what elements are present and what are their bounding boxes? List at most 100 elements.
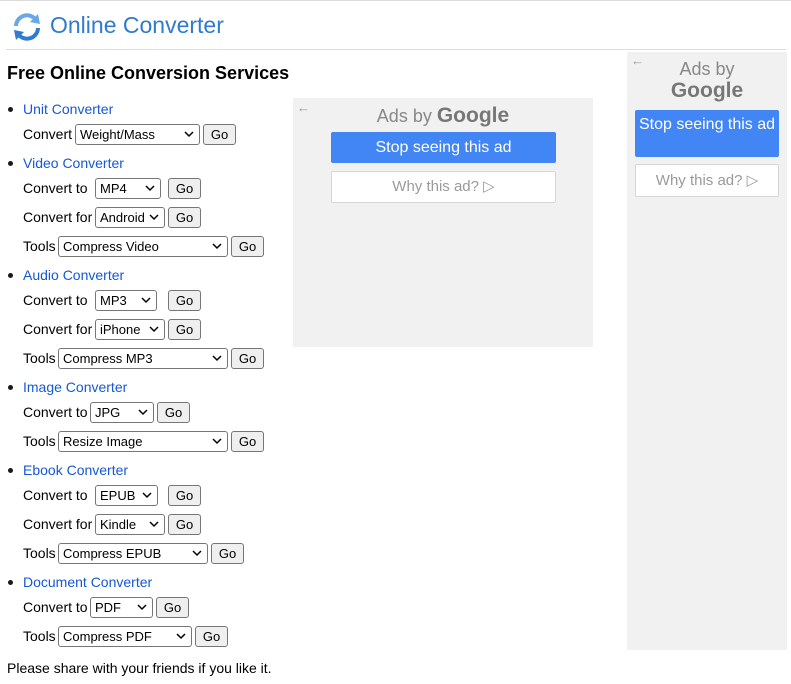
row-label: Convert for bbox=[23, 321, 93, 337]
ads-by-text: Ads by bbox=[679, 59, 735, 79]
ads-by-google-label: Ads by Google bbox=[627, 58, 787, 102]
row-label: Convert to bbox=[23, 599, 88, 615]
go-button[interactable]: Go bbox=[231, 348, 264, 369]
chevron-down-icon bbox=[176, 633, 186, 640]
ad-panel-center: ← Ads by Google Stop seeing this ad Why … bbox=[293, 98, 593, 347]
list-bullet bbox=[8, 273, 13, 278]
chevron-down-icon bbox=[142, 492, 152, 499]
chevron-down-icon bbox=[192, 550, 202, 557]
stop-seeing-ad-button[interactable]: Stop seeing this ad bbox=[635, 110, 779, 157]
site-header: Online Converter bbox=[6, 8, 786, 50]
video-tools-select[interactable]: Compress Video bbox=[58, 236, 228, 257]
select-value: PDF bbox=[95, 600, 121, 615]
ebook-format-select[interactable]: EPUB bbox=[95, 485, 158, 506]
ebook-device-select[interactable]: Kindle bbox=[95, 514, 165, 535]
list-bullet bbox=[8, 580, 13, 585]
google-logo-text: Google bbox=[670, 79, 744, 102]
unit-converter-link[interactable]: Unit Converter bbox=[23, 101, 113, 117]
chevron-down-icon bbox=[212, 355, 222, 362]
list-bullet bbox=[8, 468, 13, 473]
ads-by-google-label: Ads by Google bbox=[293, 104, 593, 128]
row-label: Tools bbox=[23, 433, 56, 449]
ebook-converter-link[interactable]: Ebook Converter bbox=[23, 462, 128, 478]
row-label: Convert bbox=[23, 126, 73, 142]
list-bullet bbox=[8, 107, 13, 112]
select-value: Weight/Mass bbox=[80, 127, 155, 142]
chevron-down-icon bbox=[212, 438, 222, 445]
go-button[interactable]: Go bbox=[168, 207, 201, 228]
row-label: Convert to bbox=[23, 292, 88, 308]
row-label: Tools bbox=[23, 238, 56, 254]
audio-format-select[interactable]: MP3 bbox=[95, 290, 157, 311]
audio-converter-link[interactable]: Audio Converter bbox=[23, 267, 124, 283]
select-value: EPUB bbox=[100, 488, 136, 503]
why-this-ad-button[interactable]: Why this ad? ▷ bbox=[331, 171, 556, 203]
chevron-down-icon bbox=[212, 243, 222, 250]
video-converter-link[interactable]: Video Converter bbox=[23, 155, 124, 171]
row-label: Convert to bbox=[23, 180, 88, 196]
go-button[interactable]: Go bbox=[168, 178, 201, 199]
image-converter-link[interactable]: Image Converter bbox=[23, 379, 127, 395]
select-value: JPG bbox=[95, 405, 121, 420]
row-label: Tools bbox=[23, 628, 56, 644]
select-value: Kindle bbox=[100, 517, 137, 532]
row-label: Convert for bbox=[23, 516, 93, 532]
page-title: Free Online Conversion Services bbox=[7, 63, 290, 83]
go-button[interactable]: Go bbox=[168, 514, 201, 535]
select-value: Compress MP3 bbox=[63, 351, 153, 366]
document-converter-link[interactable]: Document Converter bbox=[23, 574, 152, 590]
document-tools-select[interactable]: Compress PDF bbox=[58, 626, 192, 647]
go-button[interactable]: Go bbox=[168, 485, 201, 506]
select-value: Compress PDF bbox=[63, 629, 152, 644]
list-bullet bbox=[8, 385, 13, 390]
select-value: Resize Image bbox=[63, 434, 143, 449]
audio-device-select[interactable]: iPhone bbox=[95, 319, 165, 340]
chevron-down-icon bbox=[138, 409, 148, 416]
site-name[interactable]: Online Converter bbox=[50, 12, 224, 39]
go-button[interactable]: Go bbox=[231, 236, 264, 257]
go-button[interactable]: Go bbox=[157, 402, 190, 423]
footer-share-text: Please share with your friends if you li… bbox=[7, 660, 272, 676]
select-value: Android bbox=[100, 210, 145, 225]
stop-seeing-ad-button[interactable]: Stop seeing this ad bbox=[331, 132, 556, 163]
image-format-select[interactable]: JPG bbox=[90, 402, 154, 423]
chevron-down-icon bbox=[145, 185, 155, 192]
go-button[interactable]: Go bbox=[168, 290, 201, 311]
refresh-arrows-icon[interactable] bbox=[11, 11, 43, 43]
chevron-down-icon bbox=[149, 214, 159, 221]
row-label: Tools bbox=[23, 350, 56, 366]
document-format-select[interactable]: PDF bbox=[90, 597, 153, 618]
select-value: MP4 bbox=[100, 181, 127, 196]
select-value: MP3 bbox=[100, 293, 127, 308]
go-button[interactable]: Go bbox=[203, 124, 236, 145]
row-label: Convert to bbox=[23, 404, 88, 420]
ebook-tools-select[interactable]: Compress EPUB bbox=[58, 543, 208, 564]
why-this-ad-button[interactable]: Why this ad? ▷ bbox=[635, 164, 779, 197]
row-label: Tools bbox=[23, 545, 56, 561]
row-label: Convert for bbox=[23, 209, 93, 225]
select-value: Compress EPUB bbox=[63, 546, 162, 561]
chevron-down-icon bbox=[149, 521, 159, 528]
video-format-select[interactable]: MP4 bbox=[95, 178, 161, 199]
select-value: iPhone bbox=[100, 322, 141, 337]
go-button[interactable]: Go bbox=[168, 319, 201, 340]
ads-by-text: Ads by bbox=[376, 106, 432, 126]
video-device-select[interactable]: Android bbox=[95, 207, 165, 228]
row-label: Convert to bbox=[23, 487, 88, 503]
go-button[interactable]: Go bbox=[195, 626, 228, 647]
go-button[interactable]: Go bbox=[156, 597, 189, 618]
google-logo-text: Google bbox=[436, 104, 510, 127]
list-bullet bbox=[8, 161, 13, 166]
chevron-down-icon bbox=[184, 131, 194, 138]
image-tools-select[interactable]: Resize Image bbox=[58, 431, 228, 452]
audio-tools-select[interactable]: Compress MP3 bbox=[58, 348, 228, 369]
chevron-down-icon bbox=[149, 326, 159, 333]
chevron-down-icon bbox=[141, 297, 151, 304]
go-button[interactable]: Go bbox=[231, 431, 264, 452]
unit-type-select[interactable]: Weight/Mass bbox=[75, 124, 200, 145]
go-button[interactable]: Go bbox=[211, 543, 244, 564]
chevron-down-icon bbox=[137, 604, 147, 611]
select-value: Compress Video bbox=[63, 239, 159, 254]
top-rule bbox=[0, 0, 791, 1]
ad-panel-right: ← Ads by Google Stop seeing this ad Why … bbox=[627, 52, 787, 650]
